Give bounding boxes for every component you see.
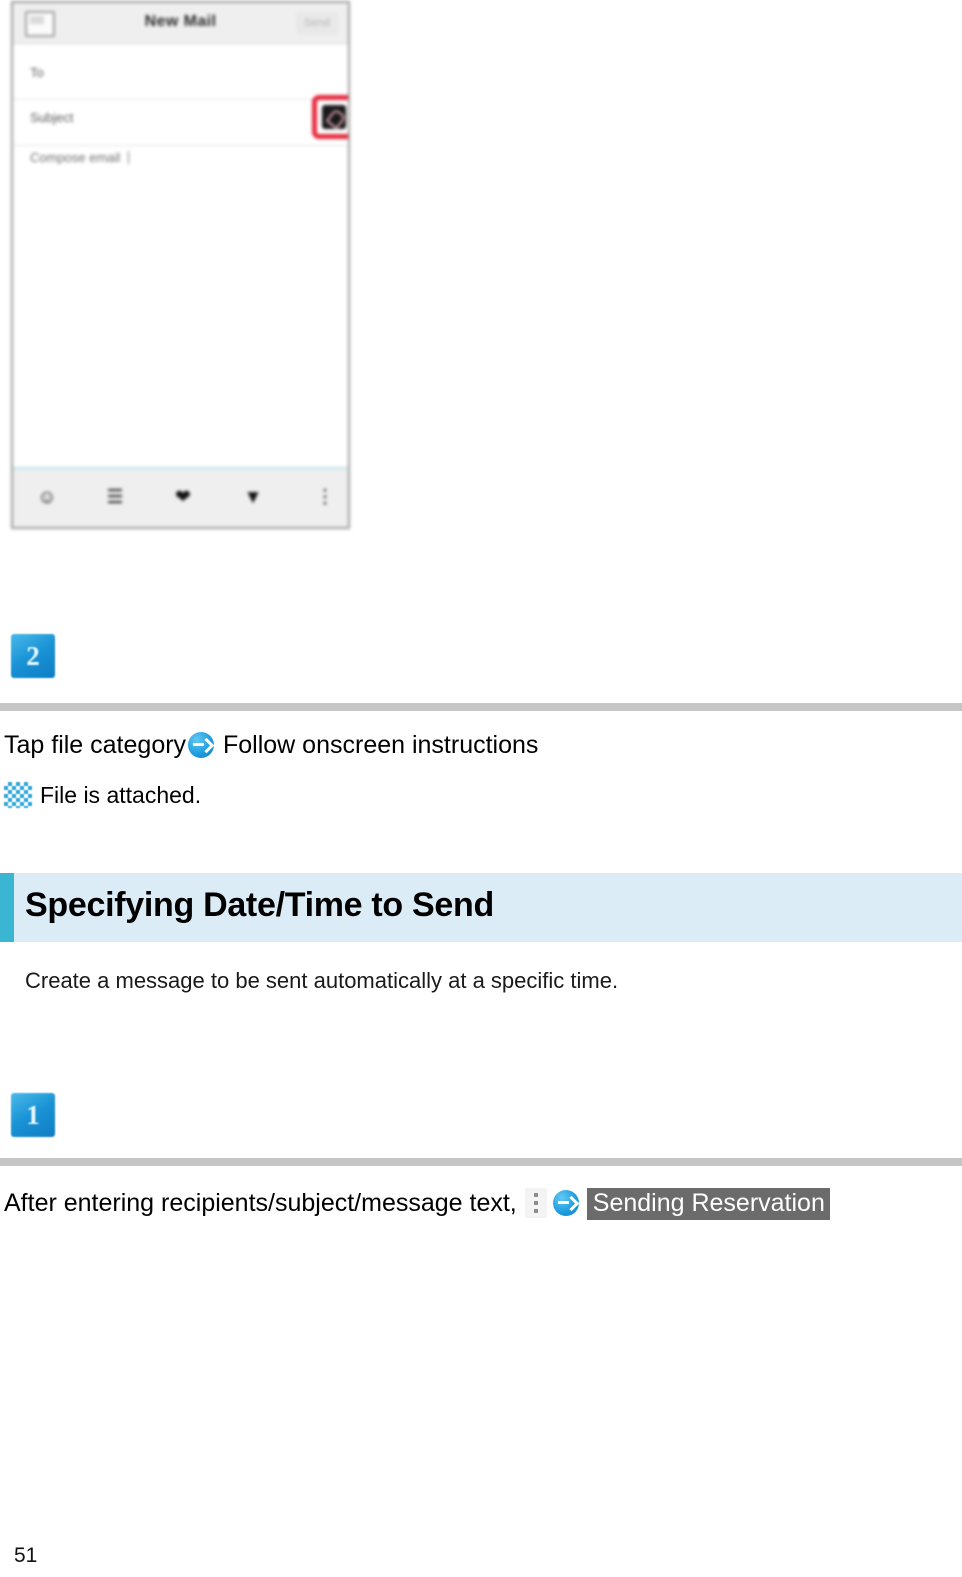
arrow-right-icon	[188, 732, 215, 758]
subject-field[interactable]: Subject	[13, 100, 348, 146]
phone-title-bar: New Mail Send	[13, 3, 348, 44]
send-button[interactable]: Send	[296, 12, 338, 34]
instruction-after-entering: After entering recipients/subject/messag…	[4, 1188, 830, 1221]
to-field[interactable]: To	[13, 58, 348, 100]
instruction-file-attached: File is attached.	[4, 781, 201, 809]
section-title: Specifying Date/Time to Send	[25, 886, 494, 924]
arrow-right-icon	[552, 1190, 579, 1216]
instruction-tap-file-category: Tap file category Follow onscreen instru…	[4, 730, 538, 761]
attachment-highlight[interactable]	[312, 95, 348, 139]
contacts-icon[interactable]: ❤	[171, 487, 195, 509]
section-description: Create a message to be sent automaticall…	[25, 968, 619, 993]
compose-body-placeholder: Compose email	[30, 150, 121, 165]
section-heading: Specifying Date/Time to Send	[0, 873, 962, 942]
instruction-text-follow: Follow onscreen instructions	[223, 731, 539, 759]
divider-rule	[0, 703, 962, 711]
step-badge-2: 2	[11, 634, 55, 678]
checkered-flag-icon	[4, 782, 32, 808]
step-badge-1: 1	[11, 1093, 55, 1137]
send-arrow-icon[interactable]: ▼	[241, 487, 265, 509]
section-accent-bar	[0, 873, 14, 942]
instruction-text-tap: Tap file category	[4, 731, 187, 759]
emoji-icon[interactable]: ☺	[35, 487, 59, 509]
compose-body-field[interactable]: Compose email	[13, 146, 348, 469]
page-number: 51	[14, 1544, 38, 1567]
attachment-image-icon[interactable]	[322, 105, 346, 129]
vertical-dots-menu-icon[interactable]	[524, 1188, 547, 1218]
text-caret	[128, 151, 130, 164]
phone-bottom-toolbar: ☺ ☰ ❤ ▼ ⋮	[13, 467, 348, 527]
divider-rule	[0, 1158, 962, 1166]
attach-file-icon[interactable]: ☰	[103, 487, 127, 509]
instruction-text-file-attached: File is attached.	[40, 782, 202, 808]
sending-reservation-chip[interactable]: Sending Reservation	[586, 1188, 830, 1221]
more-options-icon[interactable]: ⋮	[313, 487, 337, 509]
instruction-text-after: After entering recipients/subject/messag…	[4, 1189, 517, 1217]
phone-screenshot: New Mail Send To Subject Compose email ☺…	[11, 1, 350, 529]
